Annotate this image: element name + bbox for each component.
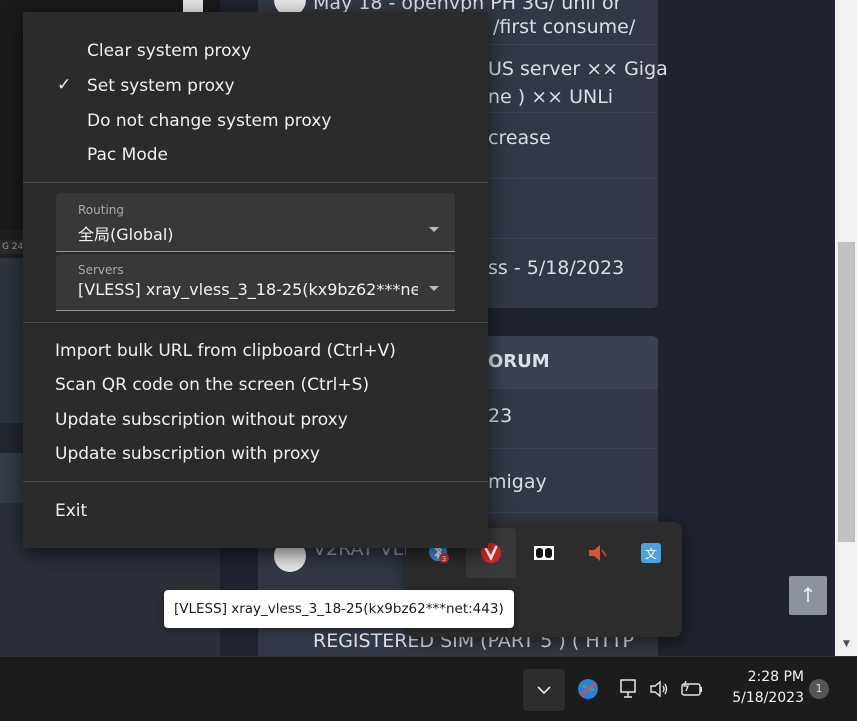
- servers-label: Servers: [78, 263, 124, 277]
- dropdown-arrow-icon: [429, 227, 439, 232]
- menu-divider: [23, 322, 488, 323]
- page-scrollbar-thumb[interactable]: [838, 242, 855, 542]
- menu-item-set-system-proxy[interactable]: Set system proxy: [87, 76, 235, 96]
- taskbar-clock[interactable]: 2:28 PM 5/18/2023: [718, 667, 804, 709]
- servers-select[interactable]: Servers [VLESS] xray_vless_3_18-25(kx9bz…: [56, 254, 455, 311]
- network-globe-app-icon[interactable]: [574, 675, 602, 703]
- show-hidden-icons-button[interactable]: [523, 669, 565, 711]
- scroll-to-top-button[interactable]: ↑: [789, 576, 827, 615]
- checkmark-icon: ✓: [57, 75, 72, 95]
- routing-select[interactable]: Routing 全局(Global): [56, 193, 455, 252]
- svg-text:3: 3: [442, 555, 446, 563]
- clock-time: 2:28 PM: [747, 669, 804, 685]
- speaker-muted-icon[interactable]: [572, 528, 622, 578]
- thread-title[interactable]: /first consume/: [493, 16, 635, 38]
- card-header-title: ORUM: [488, 351, 550, 372]
- v2rayn-tray-context-menu: Clear system proxy ✓ Set system proxy Do…: [23, 12, 488, 548]
- menu-item-clear-system-proxy[interactable]: Clear system proxy: [87, 41, 251, 61]
- routing-value: 全局(Global): [78, 225, 174, 244]
- menu-item-import-bulk-url[interactable]: Import bulk URL from clipboard (Ctrl+V): [55, 341, 396, 361]
- notification-badge[interactable]: 1: [809, 679, 829, 699]
- menu-item-update-sub-without-proxy[interactable]: Update subscription without proxy: [55, 410, 348, 430]
- chevron-down-icon: [537, 686, 551, 695]
- thread-title[interactable]: US server ×× Giga: [488, 58, 668, 80]
- menu-divider: [23, 481, 488, 482]
- network-wired-icon[interactable]: [615, 675, 643, 703]
- taskbar: 2:28 PM 5/18/2023 1: [0, 656, 857, 721]
- thread-title[interactable]: ss - 5/18/2023: [488, 257, 624, 279]
- servers-value: [VLESS] xray_vless_3_18-25(kx9bz62***net…: [78, 280, 418, 299]
- dropdown-arrow-icon: [429, 286, 439, 291]
- tray-tooltip: [VLESS] xray_vless_3_18-25(kx9bz62***net…: [164, 590, 514, 628]
- menu-item-update-sub-with-proxy[interactable]: Update subscription with proxy: [55, 444, 320, 464]
- thread-title[interactable]: ne ) ×× UNLi: [488, 86, 613, 108]
- menu-divider: [23, 182, 488, 183]
- thread-title[interactable]: migay: [488, 471, 547, 493]
- menu-item-exit[interactable]: Exit: [55, 501, 87, 521]
- thread-title[interactable]: 23: [488, 405, 512, 427]
- menu-item-scan-qr-code[interactable]: Scan QR code on the screen (Ctrl+S): [55, 375, 369, 395]
- scroll-down-arrow-icon[interactable]: ▼: [838, 636, 855, 652]
- battery-charging-icon[interactable]: [678, 675, 706, 703]
- routing-label: Routing: [78, 203, 125, 217]
- menu-item-pac-mode[interactable]: Pac Mode: [87, 145, 168, 165]
- volume-icon[interactable]: [645, 675, 673, 703]
- menu-item-do-not-change-proxy[interactable]: Do not change system proxy: [87, 111, 331, 131]
- dolby-icon[interactable]: [519, 528, 569, 578]
- clock-date: 5/18/2023: [732, 690, 804, 706]
- translate-icon[interactable]: 文: [626, 528, 676, 578]
- svg-text:文: 文: [645, 546, 657, 561]
- thread-title[interactable]: crease: [488, 127, 551, 149]
